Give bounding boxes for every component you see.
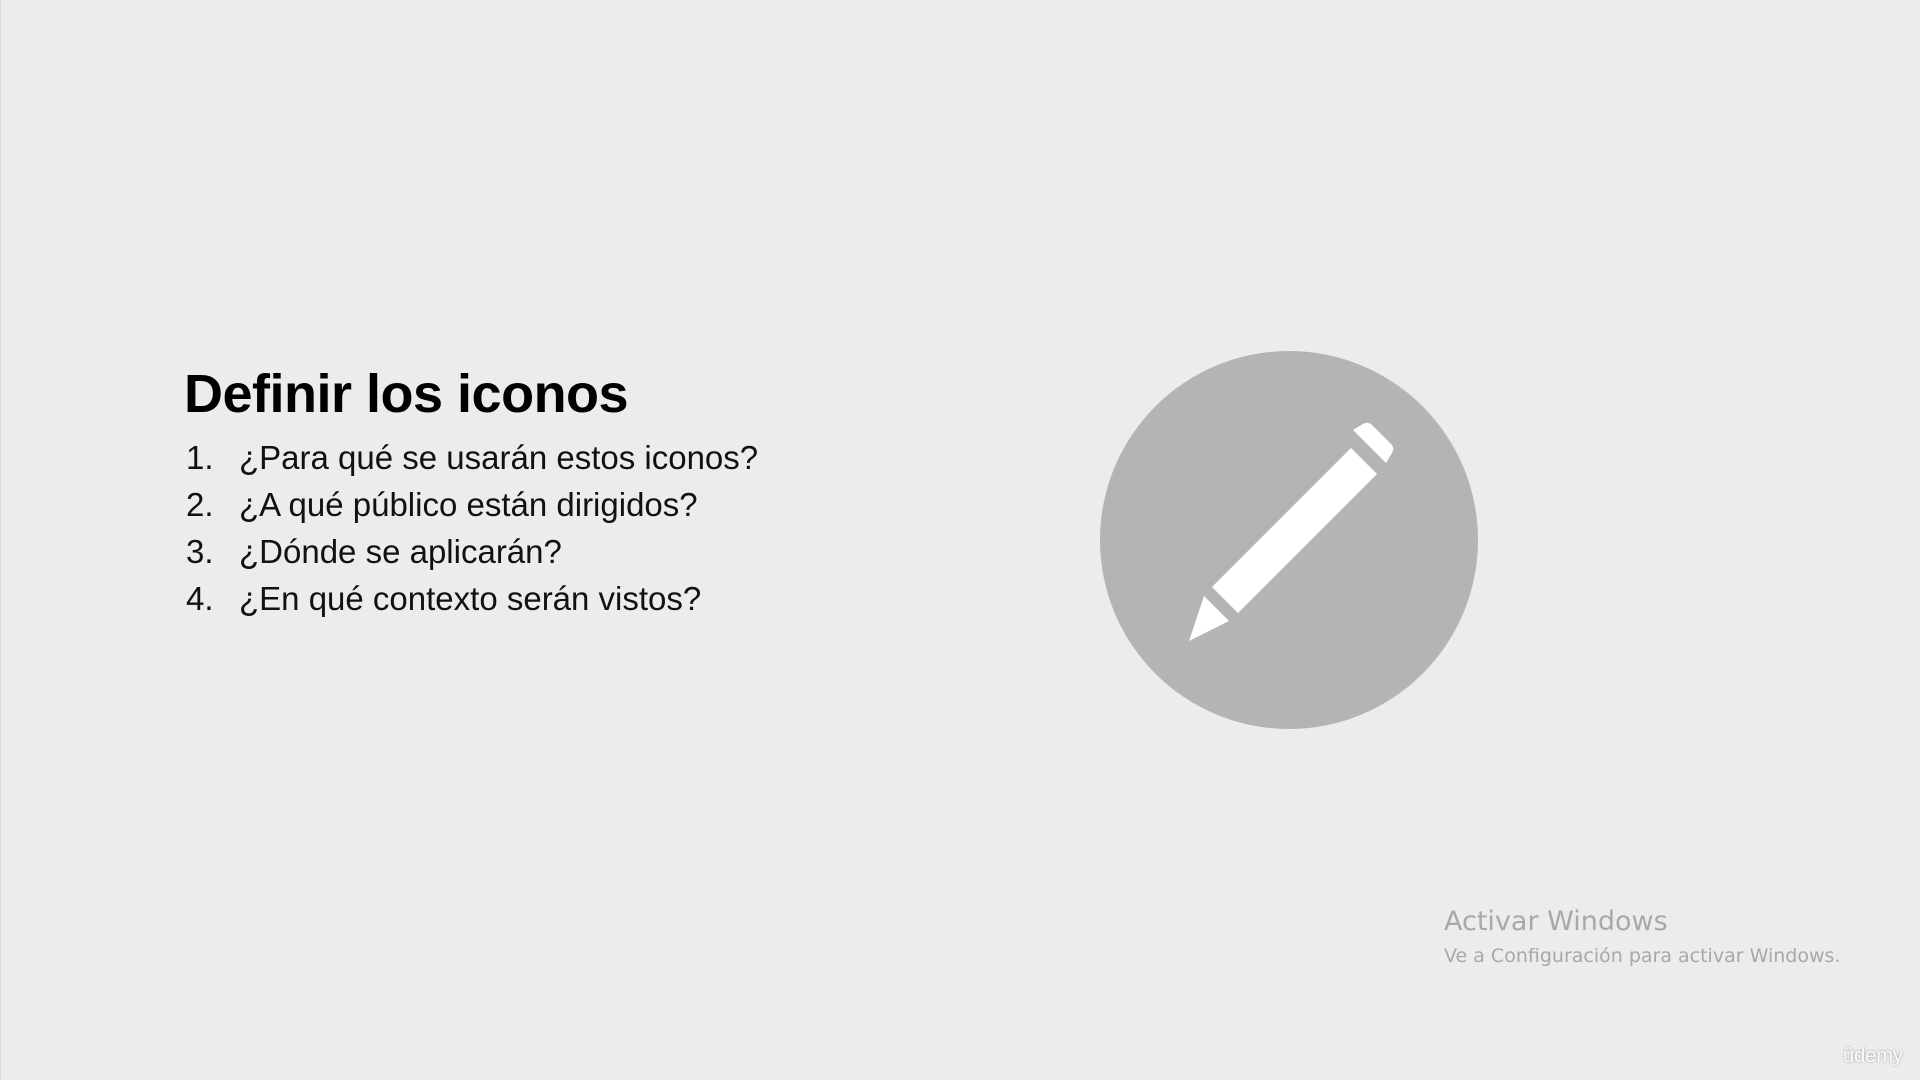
slide: Definir los iconos 1. ¿Para qué se usará… bbox=[0, 0, 1920, 1080]
pencil-illustration bbox=[1100, 351, 1478, 729]
list-item-text: ¿A qué público están dirigidos? bbox=[239, 486, 698, 523]
list-item-number: 1. bbox=[186, 439, 214, 476]
list-item: 1. ¿Para qué se usarán estos iconos? bbox=[184, 434, 944, 481]
windows-activation-notice: Activar Windows Ve a Configuración para … bbox=[1444, 903, 1904, 971]
list-item: 2. ¿A qué público están dirigidos? bbox=[184, 481, 944, 528]
list-item-number: 2. bbox=[186, 486, 214, 523]
activation-title: Activar Windows bbox=[1444, 906, 1668, 937]
question-list: 1. ¿Para qué se usarán estos iconos? 2. … bbox=[184, 434, 944, 622]
list-item-text: ¿En qué contexto serán vistos? bbox=[239, 580, 702, 617]
list-item: 3. ¿Dónde se aplicarán? bbox=[184, 528, 944, 575]
list-item-number: 3. bbox=[186, 533, 214, 570]
list-item: 4. ¿En qué contexto serán vistos? bbox=[184, 575, 944, 622]
list-item-text: ¿Para qué se usarán estos iconos? bbox=[239, 439, 759, 476]
list-item-number: 4. bbox=[186, 580, 214, 617]
udemy-logo: ûdemy bbox=[1843, 1045, 1904, 1067]
list-item-text: ¿Dónde se aplicarán? bbox=[239, 533, 562, 570]
pencil-icon bbox=[1100, 351, 1478, 729]
slide-title: Definir los iconos bbox=[184, 364, 629, 424]
slide-content: Definir los iconos 1. ¿Para qué se usará… bbox=[184, 360, 944, 622]
activation-subtitle: Ve a Configuración para activar Windows. bbox=[1444, 945, 1841, 967]
